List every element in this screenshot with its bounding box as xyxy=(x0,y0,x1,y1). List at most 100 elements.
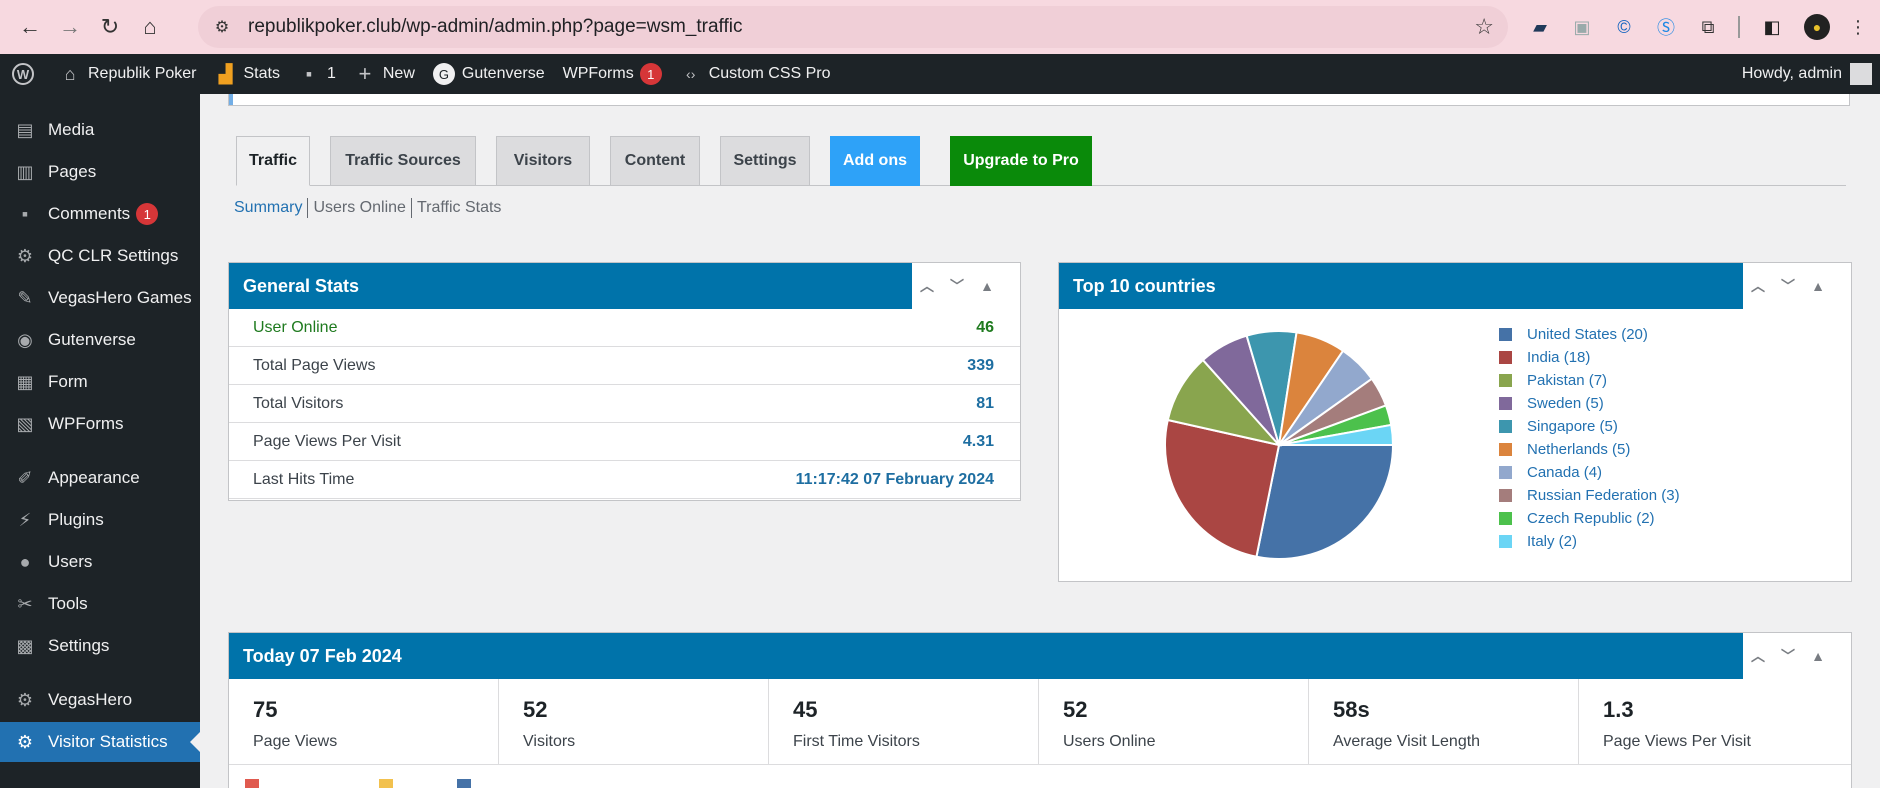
user-icon: ● xyxy=(19,551,31,572)
countries-pie-chart xyxy=(1164,330,1395,560)
sidebar-item-form[interactable]: ▦ Form xyxy=(0,362,200,402)
general-stats-panel: General Stats ︿ ﹀ ▲ User Online 46 Total P… xyxy=(228,262,1021,501)
skype-extension-icon[interactable]: Ⓢ xyxy=(1654,14,1678,40)
sidebar-item-vegashero-games[interactable]: ✎ VegasHero Games xyxy=(0,278,200,318)
wp-admin-bar: W ⌂ Republik Poker ▟ Stats ▪ 1 + New G Gutenv… xyxy=(0,54,1880,94)
comments-link[interactable]: ▪ 1 xyxy=(289,54,345,94)
plus-icon: + xyxy=(358,61,372,86)
today-stat-cell: 52 Users Online xyxy=(1039,679,1309,764)
wpforms-icon: ▧ xyxy=(16,413,34,434)
collapse-icon[interactable]: ▲ xyxy=(1803,263,1833,309)
legend-label: Italy (2) xyxy=(1527,533,1578,550)
tab-traffic-sources[interactable]: Traffic Sources xyxy=(330,136,476,186)
comment-icon: ▪ xyxy=(305,63,313,84)
tab-upgrade-to-pro[interactable]: Upgrade to Pro xyxy=(950,136,1092,186)
today-stat-label: First Time Visitors xyxy=(793,733,920,750)
today-panel: Today 07 Feb 2024 ︿ ﹀ ▲ 75 Page Views 52 Vi… xyxy=(228,632,1852,788)
extensions-puzzle-icon[interactable]: ⧉ xyxy=(1696,14,1720,40)
sidebar-item-pages[interactable]: ▥ Pages xyxy=(0,152,200,192)
new-content-link[interactable]: + New xyxy=(345,54,424,94)
legend-item[interactable]: United States (20) xyxy=(1499,323,1680,346)
tab-visitors[interactable]: Visitors xyxy=(496,136,590,186)
extension-icon-2[interactable]: ▣ xyxy=(1570,14,1594,40)
wp-logo[interactable]: W xyxy=(0,54,50,94)
legend-item[interactable]: Canada (4) xyxy=(1499,461,1680,484)
gear-icon: ⚙ xyxy=(16,245,34,266)
today-stat-label: Users Online xyxy=(1063,733,1156,750)
site-name-link[interactable]: ⌂ Republik Poker xyxy=(50,54,206,94)
tab-bar: Traffic Traffic Sources Visitors Content… xyxy=(236,136,1846,186)
tab-traffic[interactable]: Traffic xyxy=(236,136,310,186)
back-button[interactable]: ← xyxy=(12,9,48,45)
menu-dots-icon[interactable]: ⋮ xyxy=(1849,14,1867,40)
move-up-icon[interactable]: ︿ xyxy=(1743,633,1773,679)
legend-swatch xyxy=(1499,535,1512,548)
account-menu[interactable]: Howdy, admin xyxy=(1742,54,1872,94)
today-stat-cell: 75 Page Views xyxy=(229,679,499,764)
move-down-icon[interactable]: ﹀ xyxy=(1773,263,1803,309)
today-stat-value: 52 xyxy=(523,697,548,722)
legend-item[interactable]: Czech Republic (2) xyxy=(1499,507,1680,530)
sidebar-item-label: Appearance xyxy=(48,468,140,487)
stats-link[interactable]: ▟ Stats xyxy=(206,54,289,94)
sidebar-item-appearance[interactable]: ✐ Appearance xyxy=(0,458,200,498)
home-button[interactable]: ⌂ xyxy=(132,9,168,45)
divider xyxy=(1738,16,1740,38)
sidebar-item-wpforms[interactable]: ▧ WPForms xyxy=(0,404,200,444)
legend-item[interactable]: Singapore (5) xyxy=(1499,415,1680,438)
site-info-icon[interactable]: ⚙ xyxy=(210,15,234,39)
gutenverse-link[interactable]: G Gutenverse xyxy=(424,54,554,94)
subnav-users-online[interactable]: Users Online xyxy=(313,199,405,217)
subnav-summary[interactable]: Summary xyxy=(234,199,302,217)
subnav-traffic-stats[interactable]: Traffic Stats xyxy=(417,199,501,217)
bookmark-star-icon[interactable]: ☆ xyxy=(1474,14,1494,40)
sidebar-item-visitor-statistics[interactable]: ⚙ Visitor Statistics xyxy=(0,722,200,762)
tab-settings[interactable]: Settings xyxy=(720,136,810,186)
move-up-icon[interactable]: ︿ xyxy=(1743,263,1773,309)
address-bar[interactable]: ⚙ republikpoker.club/wp-admin/admin.php?… xyxy=(198,6,1508,48)
move-up-icon[interactable]: ︿ xyxy=(912,263,942,309)
sidebar-item-plugins[interactable]: ⚡ Plugins xyxy=(0,500,200,540)
tab-content[interactable]: Content xyxy=(610,136,700,186)
copyright-extension-icon[interactable]: © xyxy=(1612,14,1636,40)
sidebar-item-users[interactable]: ● Users xyxy=(0,542,200,582)
sidebar-item-vegashero[interactable]: ⚙ VegasHero xyxy=(0,680,200,720)
sidebar-item-tools[interactable]: ✂ Tools xyxy=(0,584,200,624)
reload-button[interactable]: ↻ xyxy=(92,9,128,45)
legend-item[interactable]: Russian Federation (3) xyxy=(1499,484,1680,507)
legend-label: Pakistan (7) xyxy=(1527,372,1608,389)
stats-list: User Online 46 Total Page Views 339 Total Vi… xyxy=(229,309,1020,499)
collapse-icon[interactable]: ▲ xyxy=(1803,633,1833,679)
today-stat-cell: 58s Average Visit Length xyxy=(1309,679,1579,764)
sidebar-item-qc-clr-settings[interactable]: ⚙ QC CLR Settings xyxy=(0,236,200,276)
today-stat-value: 45 xyxy=(793,697,818,722)
sidebar-item-media[interactable]: ▤ Media xyxy=(0,110,200,150)
wpforms-label: WPForms xyxy=(562,65,634,82)
move-down-icon[interactable]: ﹀ xyxy=(1773,633,1803,679)
stat-value: 46 xyxy=(976,318,994,336)
extension-icon-1[interactable]: ▰ xyxy=(1528,14,1552,40)
legend-item[interactable]: Sweden (5) xyxy=(1499,392,1680,415)
sidebar-item-settings[interactable]: ▩ Settings xyxy=(0,626,200,666)
today-stat-value: 1.3 xyxy=(1603,697,1634,722)
stat-row: Last Hits Time 11:17:42 07 February 2024 xyxy=(229,461,1020,499)
legend-item[interactable]: India (18) xyxy=(1499,346,1680,369)
sidebar-item-label: VegasHero Games xyxy=(48,288,192,307)
sidebar-item-comments[interactable]: ▪ Comments 1 xyxy=(0,194,200,234)
today-stat-label: Average Visit Length xyxy=(1333,733,1481,750)
wpforms-link[interactable]: WPForms 1 xyxy=(554,54,671,94)
legend-item[interactable]: Netherlands (5) xyxy=(1499,438,1680,461)
avatar xyxy=(1850,63,1872,85)
move-down-icon[interactable]: ﹀ xyxy=(942,263,972,309)
pie-slice-united-states[interactable] xyxy=(1255,444,1395,560)
legend-item[interactable]: Italy (2) xyxy=(1499,530,1680,553)
legend-item[interactable]: Pakistan (7) xyxy=(1499,369,1680,392)
sidebar-item-gutenverse[interactable]: ◉ Gutenverse xyxy=(0,320,200,360)
sidepanel-icon[interactable]: ◧ xyxy=(1760,14,1784,40)
legend-swatch-yellow xyxy=(379,779,393,788)
tab-add-ons[interactable]: Add ons xyxy=(830,136,920,186)
custom-css-link[interactable]: ‹› Custom CSS Pro xyxy=(671,54,840,94)
forward-button[interactable]: → xyxy=(52,9,88,45)
profile-avatar[interactable]: ● xyxy=(1804,14,1830,40)
collapse-icon[interactable]: ▲ xyxy=(972,263,1002,309)
